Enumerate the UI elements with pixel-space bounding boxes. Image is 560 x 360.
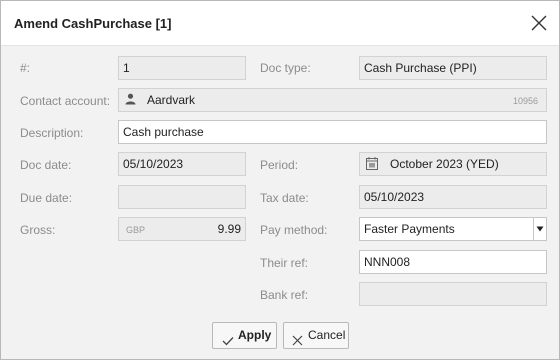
x-icon (292, 330, 303, 355)
cancel-button[interactable]: Cancel (283, 322, 349, 349)
doc-type-field: Cash Purchase (PPI) (359, 56, 547, 80)
period-value: October 2023 (YED) (390, 157, 499, 171)
dialog-titlebar: Amend CashPurchase [1] (1, 1, 559, 46)
period-field: October 2023 (YED) (359, 152, 547, 176)
pay-method-value: Faster Payments (364, 222, 455, 236)
person-icon (125, 93, 136, 108)
cancel-label: Cancel (308, 328, 346, 342)
period-label: Period: (260, 158, 299, 172)
gross-value: 9.99 (217, 222, 241, 236)
description-label: Description: (20, 126, 84, 140)
contact-account-field: Aardvark (118, 88, 547, 112)
due-date-field (118, 185, 246, 209)
check-icon (222, 330, 234, 355)
their-ref-label: Their ref: (260, 256, 309, 270)
number-field: 1 (118, 56, 246, 80)
doc-date-label: Doc date: (20, 158, 72, 172)
contact-account-value: Aardvark (147, 93, 196, 107)
gross-currency: GBP (126, 225, 146, 235)
contact-account-code: 10956 (513, 96, 539, 106)
apply-button[interactable]: Apply (212, 322, 277, 349)
dialog-title: Amend CashPurchase [1] (14, 16, 172, 31)
tax-date-field: 05/10/2023 (359, 185, 547, 209)
amend-dialog: Amend CashPurchase [1] #: 1 Doc type: Ca… (0, 0, 560, 360)
pay-method-select[interactable]: Faster Payments (359, 217, 547, 241)
their-ref-input[interactable]: NNN008 (359, 250, 547, 274)
calendar-icon (366, 157, 378, 173)
contact-account-label: Contact account: (20, 94, 111, 108)
pay-method-label: Pay method: (260, 223, 328, 237)
gross-label: Gross: (20, 223, 56, 237)
bank-ref-field (359, 282, 547, 306)
doc-date-field: 05/10/2023 (118, 152, 246, 176)
due-date-label: Due date: (20, 191, 73, 205)
doc-type-label: Doc type: (260, 61, 311, 75)
bank-ref-label: Bank ref: (260, 288, 309, 302)
number-label: #: (20, 61, 31, 75)
apply-label: Apply (238, 328, 272, 342)
close-icon[interactable] (529, 13, 549, 33)
description-input[interactable]: Cash purchase (118, 120, 547, 144)
tax-date-label: Tax date: (260, 191, 309, 205)
dropdown-arrow-icon[interactable] (533, 218, 546, 240)
